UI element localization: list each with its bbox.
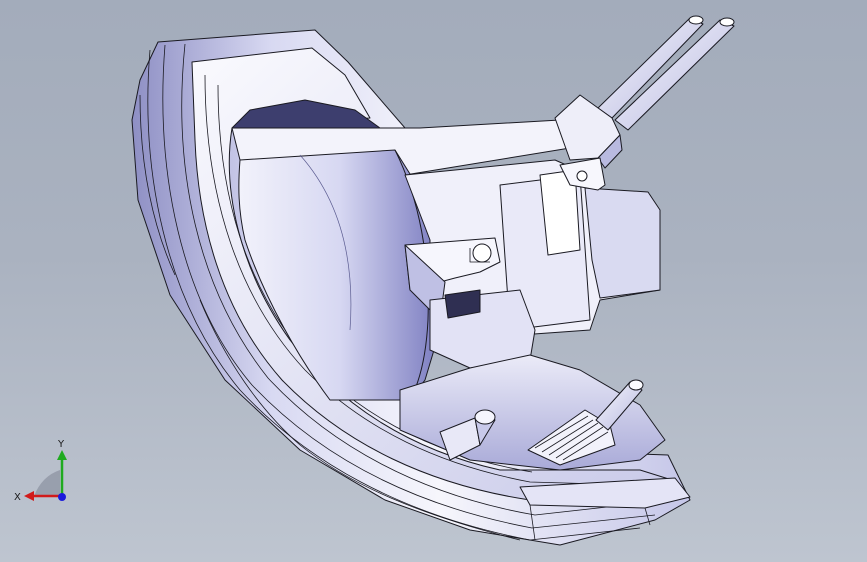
clip-keyhole (472, 243, 492, 263)
triad-plane (34, 470, 60, 496)
floor-rod-cap (628, 379, 644, 391)
rod-2-cap (719, 17, 735, 27)
y-axis-label: Y (57, 439, 65, 450)
orientation-triad[interactable]: Y X (12, 436, 82, 506)
z-axis-dot (58, 493, 66, 501)
x-axis-label: X (14, 492, 21, 503)
socket-side (584, 187, 661, 299)
rod-1-cap (688, 15, 704, 25)
floor-pin-cap (474, 409, 496, 425)
x-axis-arrow (24, 491, 34, 501)
graphics-viewport[interactable]: Y X (0, 0, 867, 562)
bracket-hole (576, 170, 588, 182)
headlamp-model[interactable] (0, 0, 867, 562)
y-axis-arrow (57, 450, 67, 460)
